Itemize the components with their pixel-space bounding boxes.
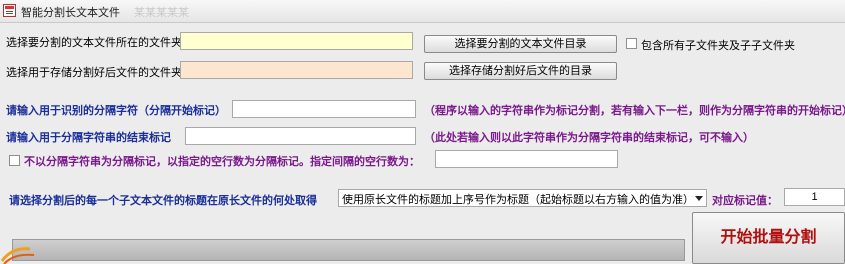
title-source-dropdown[interactable]: 使用原长文件的标题加上序号作为标题（起始标题以右方输入的值为准） [338, 189, 707, 207]
output-folder-input[interactable] [180, 61, 413, 79]
title-source-selected: 使用原长文件的标题加上序号作为标题（起始标题以右方输入的值为准） [342, 193, 694, 206]
title-bar: 智能分割长文本文件 某某某某某 [0, 0, 845, 23]
output-folder-label: 选择用于存储分割好后文件的文件夹 [6, 66, 182, 79]
choose-source-folder-button[interactable]: 选择要分割的文本文件目录 [424, 35, 617, 53]
start-marker-input[interactable] [232, 100, 416, 118]
main-panel: 选择要分割的文本文件所在的文件夹 选择要分割的文本文件目录 包含所有子文件夹及子… [0, 23, 845, 264]
end-marker-hint: （此处若输入则以此字符串作为分隔字符串的结束标记，可不输入） [424, 131, 754, 144]
marker-value-label: 对应标记值： [712, 194, 778, 207]
title-source-label: 请选择分割后的每一个子文本文件的标题在原长文件的何处取得 [9, 194, 317, 207]
include-subfolders-label: 包含所有子文件夹及子子文件夹 [641, 39, 795, 52]
source-folder-input[interactable] [180, 32, 413, 50]
chevron-down-icon [691, 190, 706, 206]
include-subfolders-checkbox[interactable] [626, 38, 637, 49]
end-marker-input[interactable] [185, 127, 416, 145]
window-title: 智能分割长文本文件 [21, 6, 120, 19]
watermark-logo-icon [0, 247, 35, 264]
start-batch-split-button[interactable]: 开始批量分割 [692, 212, 845, 264]
blank-line-count-input[interactable] [435, 150, 618, 168]
start-marker-label: 请输入用于识别的分隔字符（分隔开始标记） [6, 104, 226, 117]
blank-line-option-checkbox[interactable] [9, 155, 20, 166]
blank-line-option-label: 不以分隔字符串为分隔标记，以指定的空行数为分隔标记。指定间隔的空行数为： [24, 155, 420, 168]
source-folder-label: 选择要分割的文本文件所在的文件夹 [6, 36, 182, 49]
choose-output-folder-button[interactable]: 选择存储分割好后文件的目录 [424, 62, 617, 80]
start-marker-hint: （程序以输入的字符串作为标记分割，若有输入下一栏，则作为分隔字符串的开始标记） [424, 104, 845, 117]
end-marker-label: 请输入用于分隔字符串的结束标记 [6, 131, 171, 144]
window-title-ghost: 某某某某某 [134, 6, 189, 19]
marker-value-input[interactable] [784, 188, 845, 206]
split-progress-bar [12, 239, 685, 261]
app-document-icon [3, 4, 16, 17]
